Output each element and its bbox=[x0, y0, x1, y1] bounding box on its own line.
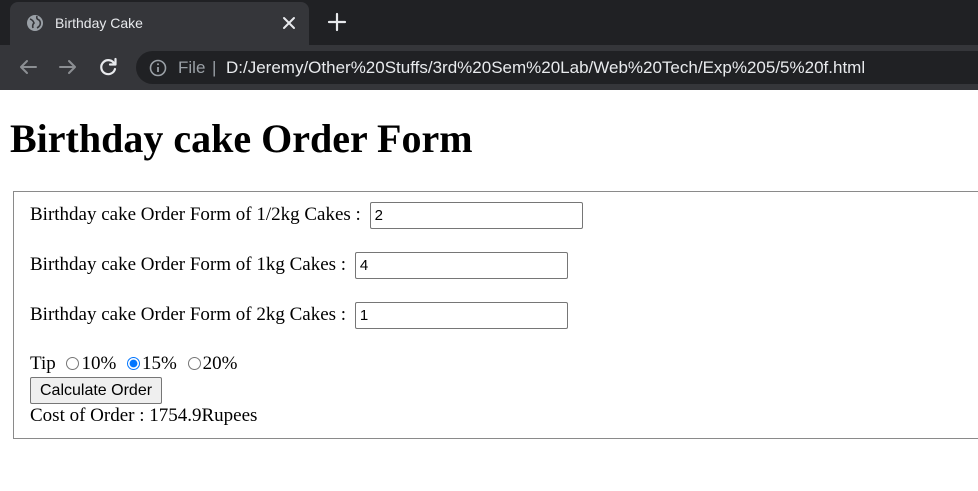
info-icon[interactable] bbox=[149, 59, 167, 77]
tip-label: Tip bbox=[30, 353, 56, 374]
reload-icon[interactable] bbox=[96, 55, 120, 79]
url-text[interactable]: D:/Jeremy/Other%20Stuffs/3rd%20Sem%20Lab… bbox=[226, 58, 865, 78]
plus-icon[interactable] bbox=[325, 10, 349, 34]
tip-radio-10[interactable] bbox=[66, 357, 80, 370]
tip-option-20: 20% bbox=[202, 353, 238, 374]
one-kg-label: Birthday cake Order Form of 1kg Cakes : bbox=[30, 253, 347, 275]
tip-option-10: 10% bbox=[81, 353, 117, 374]
omnibox-separator: | bbox=[212, 58, 217, 77]
one-kg-input[interactable] bbox=[354, 252, 568, 279]
order-cost-text: Cost of Order : 1754.9Rupees bbox=[30, 405, 258, 426]
page-heading: Birthday cake Order Form bbox=[10, 116, 473, 161]
half-kg-input[interactable] bbox=[369, 202, 583, 229]
order-form: Birthday cake Order Form of 1/2kg Cakes … bbox=[13, 191, 978, 439]
two-kg-row: Birthday cake Order Form of 2kg Cakes : bbox=[30, 302, 568, 329]
tip-radio-20[interactable] bbox=[187, 357, 201, 370]
globe-icon bbox=[27, 15, 43, 31]
two-kg-label: Birthday cake Order Form of 2kg Cakes : bbox=[30, 303, 347, 325]
tip-row: Tip 10% 15% 20% bbox=[30, 353, 237, 375]
arrow-right-icon[interactable] bbox=[56, 55, 80, 79]
tip-option-15: 15% bbox=[142, 353, 177, 374]
browser-toolbar: File | D:/Jeremy/Other%20Stuffs/3rd%20Se… bbox=[0, 45, 978, 90]
calculate-order-button[interactable]: Calculate Order bbox=[30, 377, 163, 404]
browser-tab[interactable]: Birthday Cake bbox=[10, 2, 309, 45]
address-bar[interactable]: File | D:/Jeremy/Other%20Stuffs/3rd%20Se… bbox=[136, 51, 978, 84]
half-kg-row: Birthday cake Order Form of 1/2kg Cakes … bbox=[30, 202, 583, 229]
tab-strip: Birthday Cake bbox=[0, 0, 978, 45]
one-kg-row: Birthday cake Order Form of 1kg Cakes : bbox=[30, 252, 568, 279]
tab-title: Birthday Cake bbox=[55, 15, 143, 31]
two-kg-input[interactable] bbox=[354, 302, 568, 329]
page-content: Birthday cake Order Form Birthday cake O… bbox=[0, 90, 978, 491]
close-icon[interactable] bbox=[278, 12, 300, 34]
arrow-left-icon[interactable] bbox=[16, 55, 40, 79]
scheme-label: File bbox=[178, 58, 206, 77]
tip-radio-15[interactable] bbox=[127, 357, 141, 370]
half-kg-label: Birthday cake Order Form of 1/2kg Cakes … bbox=[30, 203, 361, 225]
